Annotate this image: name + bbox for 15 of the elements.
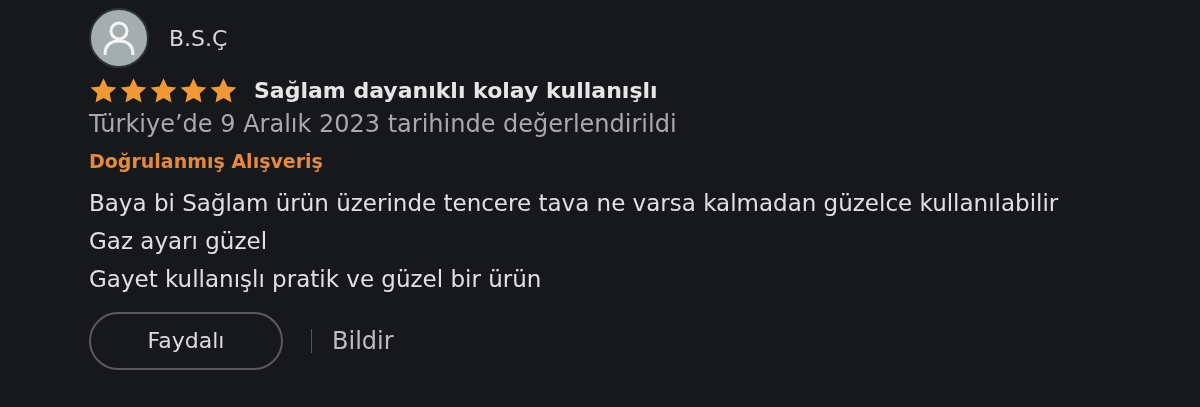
- review-date: Türkiye’de 9 Aralık 2023 tarihinde değerlendirildi: [89, 109, 678, 139]
- review-text: Gaz ayarı güzel: [89, 226, 269, 256]
- review-text: Baya bi Sağlam ürün üzerinde tencere tava ne varsa kalmadan güzelce kullanılabilir: [89, 188, 1060, 218]
- verified-purchase-label: Doğrulanmış Alışveriş: [89, 149, 323, 174]
- star-icon: [89, 77, 118, 104]
- report-link[interactable]: Bildir: [332, 322, 394, 359]
- reviewer-name: B.S.Ç: [169, 24, 228, 53]
- review-text: Gayet kullanışlı pratik ve güzel bir ürün: [89, 264, 543, 294]
- review-title: Sağlam dayanıklı kolay kullanışlı: [254, 77, 658, 105]
- avatar-icon: [89, 8, 149, 68]
- star-icon: [209, 77, 238, 104]
- helpful-button[interactable]: Faydalı: [89, 311, 283, 370]
- star-icon: [179, 77, 208, 104]
- star-icon: [149, 77, 178, 104]
- star-icon: [119, 77, 148, 104]
